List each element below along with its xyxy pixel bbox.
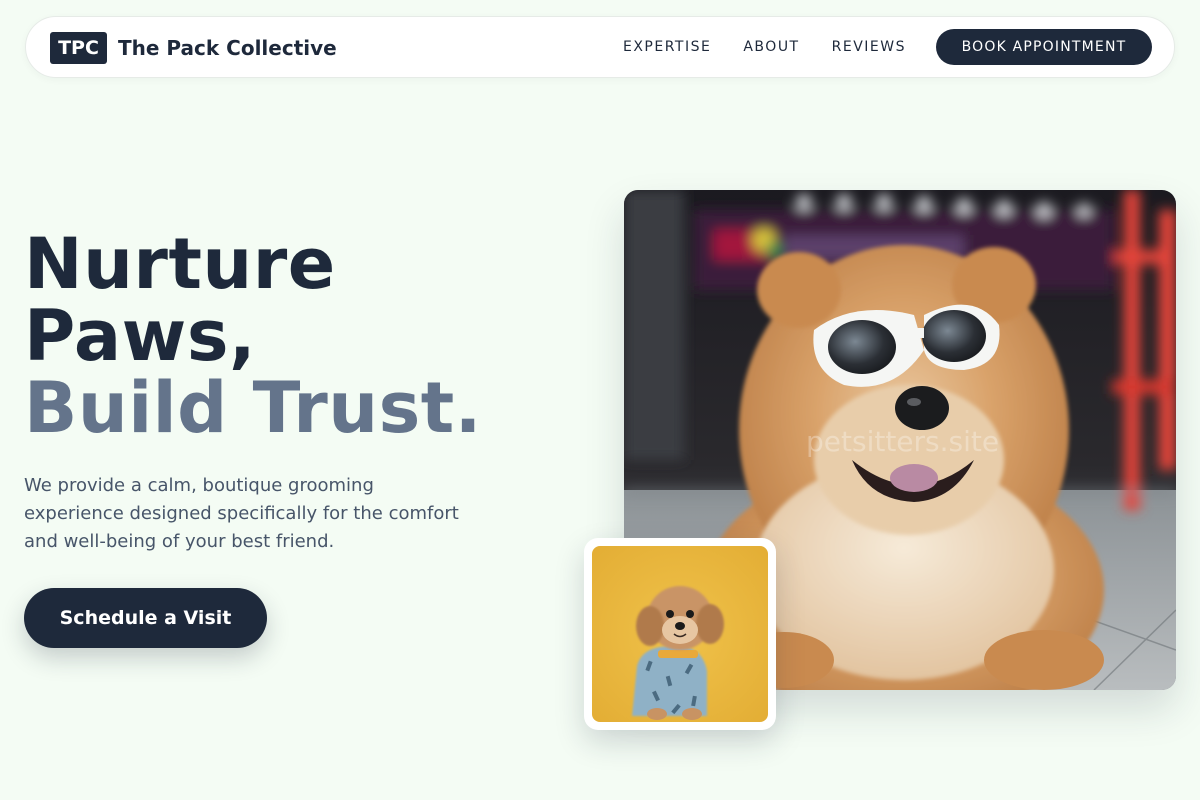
nav-link-about[interactable]: ABOUT — [743, 39, 799, 55]
hero-title-accent: Build Trust. — [24, 367, 482, 449]
puppy-photo — [592, 546, 768, 722]
nav-links: EXPERTISE ABOUT REVIEWS — [623, 17, 938, 77]
hero-description: We provide a calm, boutique grooming exp… — [24, 475, 459, 552]
schedule-visit-button[interactable]: Schedule a Visit — [24, 588, 267, 648]
hero-title-line-2: Paws, — [24, 295, 257, 377]
landing-page: TPC The Pack Collective EXPERTISE ABOUT … — [0, 0, 1200, 800]
nav-link-reviews[interactable]: REVIEWS — [832, 39, 906, 55]
photo-watermark: petsitters.site — [806, 425, 1000, 458]
logo-badge: TPC — [50, 32, 107, 64]
brand-logo[interactable]: TPC The Pack Collective — [50, 32, 337, 64]
top-navigation: TPC The Pack Collective EXPERTISE ABOUT … — [25, 16, 1175, 78]
hero-title-line-1: Nurture — [24, 223, 336, 305]
hero-title: Nurture Paws, Build Trust. — [24, 228, 482, 444]
brand-name: The Pack Collective — [118, 36, 337, 60]
book-appointment-button[interactable]: BOOK APPOINTMENT — [936, 29, 1152, 65]
secondary-dog-photo-card — [584, 538, 776, 730]
nav-link-expertise[interactable]: EXPERTISE — [623, 39, 711, 55]
